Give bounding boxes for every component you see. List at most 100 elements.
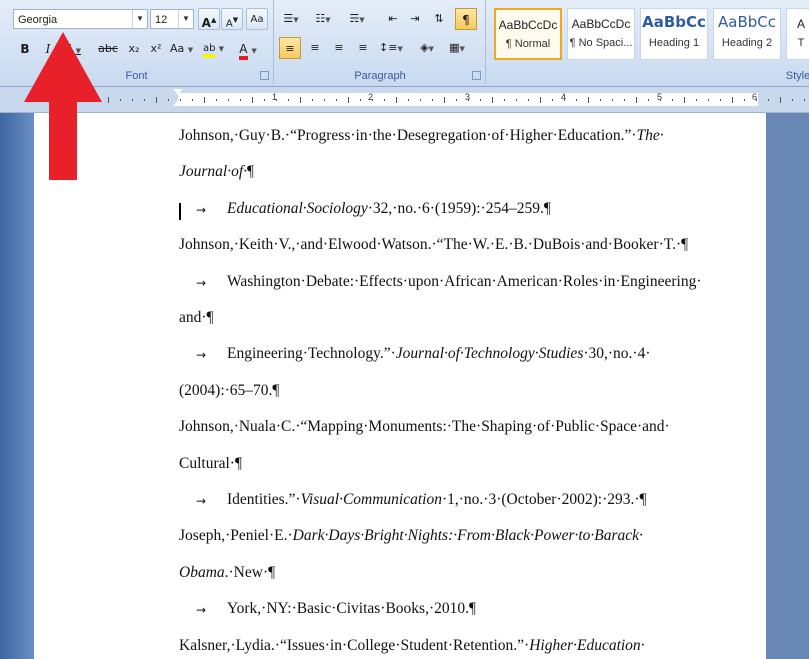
document-line[interactable]: Identities.”·Visual·Communication·1,·no.… xyxy=(227,491,647,509)
ruler-tick xyxy=(324,99,325,101)
document-line[interactable]: Washington·Debate:·Effects·upon·African·… xyxy=(227,273,701,291)
style-heading-2[interactable]: AaBbCc Heading 2 xyxy=(713,8,781,60)
document-line[interactable]: Obama.·New·¶ xyxy=(179,564,275,582)
first-line-indent-marker[interactable] xyxy=(173,89,183,95)
multilevel-list-button[interactable]: ☴▼ xyxy=(347,8,367,30)
clear-formatting-button[interactable]: Aa xyxy=(246,8,268,30)
ruler-tick xyxy=(372,99,373,101)
text-run: Educational·Sociology xyxy=(227,199,368,217)
ruler-tick xyxy=(396,97,397,103)
text-run: Identities.”· xyxy=(227,491,301,508)
text-run: (2004):·65–70.¶ xyxy=(179,381,280,399)
ruler-tick xyxy=(288,99,289,101)
chevron-down-icon[interactable]: ▼ xyxy=(178,10,193,28)
ruler-tick xyxy=(108,97,109,103)
text-run: ¶ xyxy=(247,163,255,181)
ruler-tick xyxy=(492,97,493,103)
document-line[interactable]: Engineering·Technology.”·Journal·of·Tech… xyxy=(227,345,651,363)
style-heading-1[interactable]: AaBbCc Heading 1 xyxy=(640,8,708,60)
change-case-button[interactable]: Aa ▼ xyxy=(170,38,193,60)
bullets-button[interactable]: ☰▼ xyxy=(281,8,301,30)
right-indent-marker[interactable] xyxy=(749,99,759,105)
borders-button[interactable]: ▦▼ xyxy=(447,37,467,59)
paragraph-dialog-launcher-icon[interactable] xyxy=(472,71,481,80)
text-run: Obama xyxy=(179,563,225,581)
numbering-button[interactable]: ☷▼ xyxy=(313,8,333,30)
text-cursor xyxy=(179,203,181,220)
shrink-font-button[interactable]: A▼ xyxy=(221,8,243,30)
sort-button[interactable]: ⇅ xyxy=(429,8,449,30)
grow-font-label: A xyxy=(201,16,211,30)
line-spacing-button[interactable]: ↕≡▼ xyxy=(379,37,403,59)
document-line[interactable]: Joseph,·Peniel·E.·Dark·Days·Bright·Night… xyxy=(179,527,643,545)
style-sample: AaBbCcDc xyxy=(571,17,631,31)
document-line[interactable]: Johnson,·Nuala·C.·“Mapping·Monuments:·Th… xyxy=(179,418,670,436)
font-dialog-launcher-icon[interactable] xyxy=(260,71,269,80)
ruler-tick xyxy=(168,99,169,101)
styles-group-label: Style xyxy=(785,70,809,82)
text-run: York,·NY:·Basic·Civitas·Books,·2010.¶ xyxy=(227,600,477,618)
text-run: Journal·of·Technology·Studies xyxy=(395,345,584,363)
ruler-tick xyxy=(564,99,565,101)
style-normal[interactable]: AaBbCcDc ¶ Normal xyxy=(494,8,562,60)
horizontal-ruler[interactable]: 1 2 3 4 5 6 xyxy=(0,87,809,113)
ruler-tick xyxy=(432,99,433,101)
decrease-indent-button[interactable]: ⇤ xyxy=(383,8,403,30)
ruler-tick xyxy=(600,99,601,101)
show-marks-button[interactable]: ¶ xyxy=(455,8,477,30)
ruler-tick xyxy=(540,97,541,103)
document-line[interactable]: (2004):·65–70.¶ xyxy=(179,382,279,400)
ruler-tick xyxy=(804,99,805,101)
text-run: and·¶ xyxy=(179,309,214,326)
ruler-tick xyxy=(552,99,553,101)
style-name: T xyxy=(797,37,805,49)
ruler-tick xyxy=(612,99,613,101)
document-line[interactable]: Educational·Sociology·32,·no.·6·(1959):·… xyxy=(227,200,551,218)
shading-button[interactable]: ◈▼ xyxy=(417,37,437,59)
ruler-tick xyxy=(408,99,409,101)
document-line[interactable]: Cultural·¶ xyxy=(179,455,242,473)
font-color-button[interactable]: A ▼ xyxy=(238,38,258,60)
align-center-button[interactable]: ≡ xyxy=(305,37,325,59)
annotation-arrow-icon xyxy=(24,32,102,180)
font-size-value: 12 xyxy=(155,14,168,26)
subscript-button[interactable]: x₂ xyxy=(124,38,144,60)
ruler-tick xyxy=(708,99,709,101)
ruler-tick xyxy=(636,97,637,103)
style-title[interactable]: A T xyxy=(786,8,809,60)
document-line[interactable]: Journal·of·¶ xyxy=(179,163,254,181)
style-no-spacing[interactable]: AaBbCcDc ¶ No Spaci... xyxy=(567,8,635,60)
highlight-button[interactable]: ab ▼ xyxy=(203,38,224,60)
document-page[interactable]: Johnson,·Guy·B.·“Progress·in·the·Desegre… xyxy=(34,113,766,659)
text-run: ·32,·no.·6·(1959):·254–259.¶ xyxy=(367,199,551,217)
document-line[interactable]: Kalsner,·Lydia.·“Issues·in·College·Stude… xyxy=(179,637,645,655)
ruler-tick xyxy=(264,99,265,101)
ruler-tick xyxy=(384,99,385,101)
tab-mark-icon: → xyxy=(196,494,207,508)
document-line[interactable]: York,·NY:·Basic·Civitas·Books,·2010.¶ xyxy=(227,600,476,618)
style-sample: AaBbCc xyxy=(718,13,776,31)
right-background xyxy=(766,113,809,659)
font-size-box[interactable]: 12 ▼ xyxy=(150,9,194,29)
ruler-tick xyxy=(216,99,217,101)
font-name-box[interactable]: Georgia ▼ xyxy=(13,9,148,29)
align-right-button[interactable]: ≡ xyxy=(329,37,349,59)
ruler-tick xyxy=(780,97,781,103)
tab-mark-icon: → xyxy=(196,202,207,217)
ruler-tick xyxy=(588,97,589,103)
ruler-tick xyxy=(732,97,733,103)
document-line[interactable]: and·¶ xyxy=(179,309,214,327)
document-line[interactable]: Johnson,·Guy·B.·“Progress·in·the·Desegre… xyxy=(179,127,664,145)
hanging-indent-marker[interactable] xyxy=(173,100,183,106)
chevron-down-icon[interactable]: ▼ xyxy=(132,10,147,28)
grow-font-button[interactable]: A▲ xyxy=(198,8,220,30)
superscript-button[interactable]: x² xyxy=(146,38,166,60)
ruler-tick xyxy=(792,99,793,101)
ruler-tick xyxy=(624,99,625,101)
justify-button[interactable]: ≡ xyxy=(353,37,373,59)
increase-indent-button[interactable]: ⇥ xyxy=(405,8,425,30)
align-left-button[interactable]: ≡ xyxy=(279,37,301,59)
document-line[interactable]: Johnson,·Keith·V.,·and·Elwood·Watson.·“T… xyxy=(179,236,688,254)
pilcrow-icon: ¶ xyxy=(462,13,470,27)
style-name: Heading 1 xyxy=(648,37,700,49)
